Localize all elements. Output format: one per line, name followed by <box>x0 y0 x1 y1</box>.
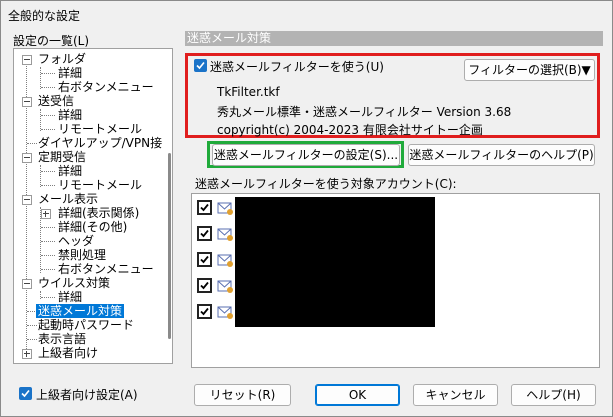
redacted-account-names <box>235 197 435 327</box>
advanced-settings-checkbox[interactable] <box>19 387 32 400</box>
tree-guide-line <box>40 67 41 89</box>
tree-connector <box>41 115 55 116</box>
tree-connector <box>41 87 55 88</box>
tree-connector <box>41 185 55 186</box>
account-icon <box>217 306 233 319</box>
tree-item-sr-detail[interactable]: 詳細 <box>58 108 82 122</box>
tree-item-virus-detail[interactable]: 詳細 <box>58 290 82 304</box>
tree-connector <box>27 339 37 340</box>
checkmark-icon <box>200 307 209 316</box>
tree-connector <box>41 269 55 270</box>
account-checkbox[interactable] <box>197 278 212 293</box>
tree-item-advanced[interactable]: 上級者向け <box>38 346 98 360</box>
account-icon <box>217 280 233 293</box>
scrollbar-thumb[interactable] <box>168 153 171 339</box>
settings-list-label: 設定の一覧(L) <box>13 34 90 48</box>
help-button[interactable]: ヘルプ(H) <box>511 384 596 406</box>
tree-item-header[interactable]: ヘッダ <box>58 234 94 248</box>
use-filter-label[interactable]: 迷惑メールフィルターを使う(U) <box>210 58 384 75</box>
accounts-label: 迷惑メールフィルターを使う対象アカウント(C): <box>195 177 457 191</box>
account-icon <box>217 228 233 241</box>
tree-connector <box>41 129 55 130</box>
account-icon <box>217 202 233 215</box>
filter-settings-button[interactable]: 迷惑メールフィルターの設定(S)... <box>212 144 400 166</box>
tree-item-periodic[interactable]: 定期受信 <box>38 150 86 164</box>
collapse-icon[interactable] <box>22 153 32 163</box>
panel-header: 迷惑メール対策 <box>185 31 603 46</box>
advanced-settings-label[interactable]: 上級者向け設定(A) <box>36 386 138 403</box>
tree-item-virus[interactable]: ウイルス対策 <box>38 276 110 290</box>
cancel-button[interactable]: キャンセル <box>413 384 498 406</box>
account-icon <box>217 254 233 267</box>
filter-help-button[interactable]: 迷惑メールフィルターのヘルプ(P) <box>408 144 595 166</box>
tree-item-periodic-remote[interactable]: リモートメール <box>58 178 142 192</box>
collapse-icon[interactable] <box>22 195 32 205</box>
checkmark-icon <box>200 229 209 238</box>
account-checkbox[interactable] <box>197 226 212 241</box>
tree-item-periodic-detail[interactable]: 詳細 <box>58 164 82 178</box>
filter-name-version: 秀丸メール標準・迷惑メールフィルター Version 3.68 <box>217 105 512 119</box>
tree-connector <box>41 241 55 242</box>
checkmark-icon <box>200 281 209 290</box>
reset-button[interactable]: リセット(R) <box>194 384 291 406</box>
tree-connector <box>41 255 55 256</box>
collapse-icon[interactable] <box>22 279 32 289</box>
checkmark-icon <box>196 61 205 70</box>
collapse-icon[interactable] <box>22 55 32 65</box>
use-filter-checkbox[interactable] <box>194 59 207 72</box>
ok-button[interactable]: OK <box>315 384 400 406</box>
tree-guide-line <box>40 109 41 131</box>
checkmark-icon <box>200 203 209 212</box>
tree-connector <box>27 143 37 144</box>
dialog-title: 全般的な設定 <box>8 9 81 23</box>
select-filter-button[interactable]: フィルターの選択(B)▼ <box>464 59 595 81</box>
tree-item-mail-display[interactable]: メール表示 <box>38 192 98 206</box>
tree-item-folder-rightmenu[interactable]: 右ボタンメニュー <box>58 80 154 94</box>
tree-item-spam[interactable]: 迷惑メール対策 <box>36 304 125 318</box>
settings-tree[interactable]: フォルダ 詳細 右ボタンメニュー 送受信 詳細 リモートメール ダイヤルアップ/… <box>13 48 173 364</box>
account-checkbox[interactable] <box>197 200 212 215</box>
tree-item-folder-detail[interactable]: 詳細 <box>58 66 82 80</box>
filter-filename: TkFilter.tkf <box>217 85 280 99</box>
account-checkbox[interactable] <box>197 252 212 267</box>
collapse-icon[interactable] <box>22 97 32 107</box>
tree-item-folder[interactable]: フォルダ <box>38 52 86 66</box>
tree-item-kinsoku[interactable]: 禁則処理 <box>58 248 106 262</box>
tree-connector <box>41 171 55 172</box>
tree-item-sr-remote[interactable]: リモートメール <box>58 122 142 136</box>
tree-item-language[interactable]: 表示言語 <box>38 332 86 346</box>
tree-item-send-receive[interactable]: 送受信 <box>38 94 74 108</box>
tree-connector <box>41 297 55 298</box>
tree-item-startup-password[interactable]: 起動時パスワード <box>38 318 134 332</box>
tree-scrollbar[interactable] <box>162 49 172 363</box>
tree-connector <box>27 325 37 326</box>
filter-copyright: copyright(c) 2004-2023 有限会社サイトー企画 <box>217 123 483 137</box>
expand-icon[interactable] <box>22 349 32 359</box>
tree-item-display-rightmenu[interactable]: 右ボタンメニュー <box>58 262 154 276</box>
tree-connector <box>41 227 55 228</box>
tree-guide-line <box>40 165 41 187</box>
tree-item-display-other[interactable]: 詳細(その他) <box>58 220 127 234</box>
expand-icon[interactable] <box>41 209 51 219</box>
settings-dialog: 全般的な設定 設定の一覧(L) フォルダ 詳細 右ボタンメニュー 送受信 詳細 … <box>0 0 613 417</box>
checkmark-icon <box>21 389 30 398</box>
tree-item-display-detail[interactable]: 詳細(表示関係) <box>58 206 139 220</box>
tree-connector <box>41 73 55 74</box>
tree-item-dialup[interactable]: ダイヤルアップ/VPN接続 <box>38 136 172 150</box>
checkmark-icon <box>200 255 209 264</box>
account-checkbox[interactable] <box>197 304 212 319</box>
